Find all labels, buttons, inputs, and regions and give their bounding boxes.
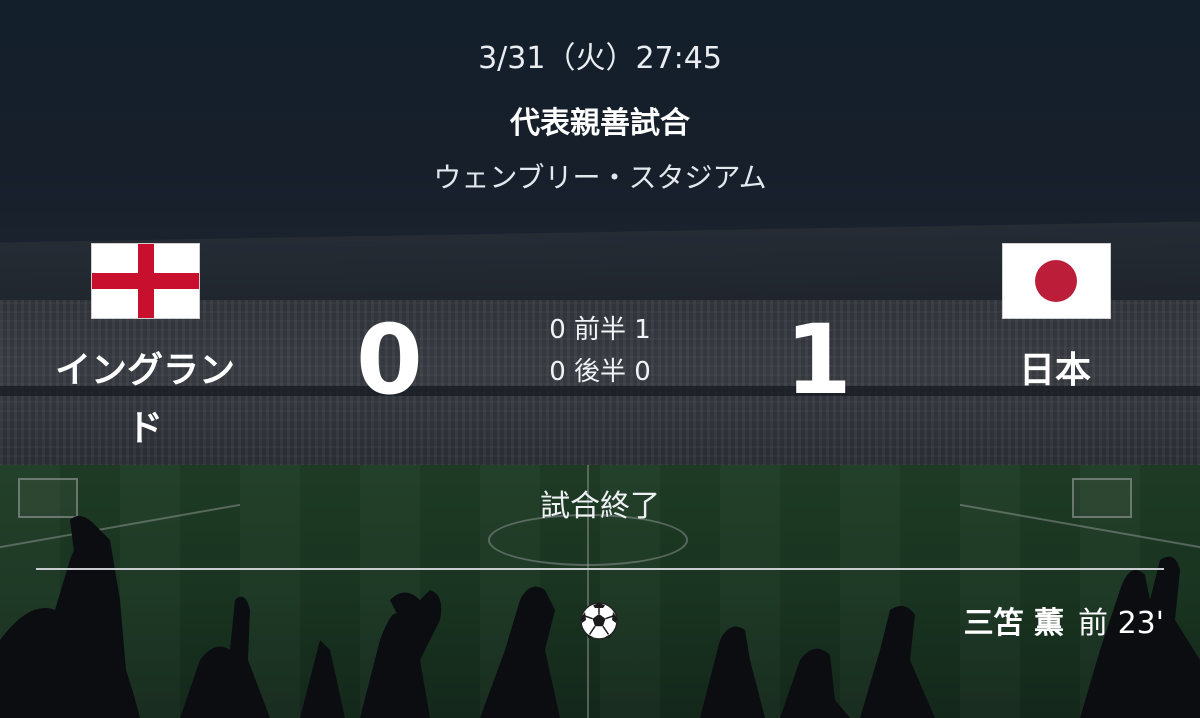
- first-half-score: 0 前半 1: [549, 315, 651, 345]
- soccer-ball-icon: [580, 602, 618, 640]
- home-team-name-line1: イングラン: [54, 350, 235, 391]
- half-scores: 0 前半 1 0 後半 0: [500, 309, 700, 393]
- divider: [36, 568, 1164, 570]
- england-flag-icon: [91, 243, 200, 319]
- away-team-name[interactable]: 日本: [990, 342, 1120, 400]
- match-datetime: 3/31（火）27:45: [478, 41, 722, 76]
- home-score: 0: [356, 304, 423, 416]
- away-score: 1: [785, 304, 852, 416]
- home-team-name-line2: ド: [126, 408, 163, 449]
- match-status: 試合終了: [540, 489, 660, 524]
- competition-name: 代表親善試合: [510, 106, 690, 141]
- goal-time: 前 23': [1078, 606, 1164, 641]
- goal-event[interactable]: 三笘 薫前 23': [964, 598, 1164, 642]
- japan-flag-icon: [1002, 243, 1111, 319]
- home-team-name[interactable]: イングラン ド: [40, 342, 250, 458]
- second-half-score: 0 後半 0: [549, 357, 651, 387]
- goal-scorer: 三笘 薫: [963, 606, 1065, 641]
- venue-name: ウェンブリー・スタジアム: [433, 161, 767, 194]
